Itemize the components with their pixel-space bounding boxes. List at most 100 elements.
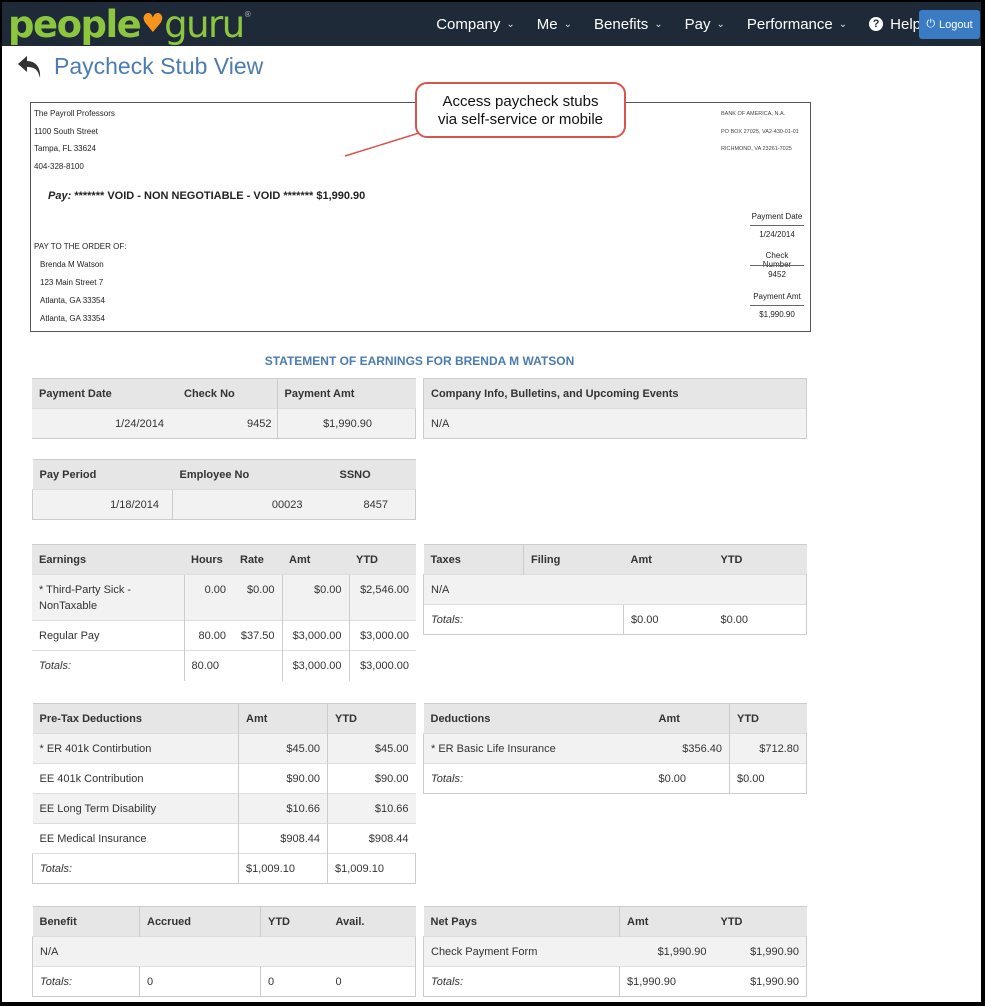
- nav-company[interactable]: Company ⌄: [436, 16, 515, 33]
- cell: $10.66: [238, 793, 328, 824]
- cell: $10.66: [327, 793, 416, 824]
- top-nav: people ♥ guru ® Company ⌄ Me ⌄ Benefits ⌄ Pay ⌄…: [2, 2, 981, 46]
- pay-label: Pay:: [48, 190, 72, 202]
- col-header: YTD: [260, 906, 329, 937]
- col-header: Amt: [282, 544, 349, 575]
- cell: 0: [260, 966, 329, 997]
- logout-label: Logout: [939, 18, 973, 31]
- table-row: * ER 401k Contirbution $45.00 $45.00: [32, 733, 416, 764]
- col-header: Payment Amt: [276, 378, 416, 409]
- company-street: 1100 South Street: [34, 127, 98, 136]
- table-row: Regular Pay 80.00 $37.50 $3,000.00 $3,00…: [32, 620, 416, 651]
- peopleguru-logo[interactable]: people ♥ guru ®: [8, 2, 252, 46]
- totals-row: Totals: $1,990.90 $1,990.90: [423, 966, 807, 997]
- col-header: Taxes: [423, 544, 524, 575]
- cell: [233, 650, 282, 681]
- bank-name: BANK OF AMERICA, N.A.: [721, 111, 786, 117]
- cell: $1,990.90: [619, 966, 714, 997]
- cell: 0: [328, 966, 416, 997]
- cell: $0.00: [713, 604, 807, 635]
- logout-button[interactable]: ⏻ Logout: [919, 10, 980, 39]
- cell: $712.80: [729, 733, 807, 764]
- payment-table: Payment Date Check No Payment Amt 1/24/2…: [32, 378, 416, 439]
- cell: N/A: [423, 408, 807, 439]
- nav-me[interactable]: Me ⌄: [537, 16, 572, 33]
- chevron-down-icon: ⌄: [716, 18, 725, 30]
- cell: 0.00: [183, 574, 233, 621]
- logo-people: people: [8, 2, 142, 46]
- cell: $0.00: [651, 763, 730, 794]
- col-header: Amt: [651, 703, 730, 734]
- cell-line: * Third-Party Sick -: [39, 583, 132, 596]
- cell: $1,009.10: [238, 853, 328, 884]
- divider: [750, 305, 804, 306]
- col-header: YTD: [713, 544, 807, 575]
- benefit-table: Benefit Accrued YTD Avail. N/A Totals: 0…: [32, 906, 416, 997]
- company-city: Tampa, FL 33624: [34, 144, 96, 153]
- check-number-value: 9452: [768, 270, 786, 279]
- col-header: YTD: [729, 703, 807, 734]
- question-icon: ?: [869, 17, 884, 31]
- nav-performance[interactable]: Performance ⌄: [747, 16, 847, 33]
- col-header: Deductions: [423, 703, 652, 734]
- nav-help-label: Help: [890, 15, 921, 33]
- cell: $3,000.00: [281, 620, 349, 651]
- heart-icon: ♥: [141, 9, 164, 39]
- cell: $0.00: [281, 574, 349, 621]
- nav-help[interactable]: ? Help: [869, 16, 921, 33]
- payment-date-label: Payment Date: [751, 212, 803, 221]
- totals-row: Totals: $1,009.10 $1,009.10: [32, 853, 416, 884]
- taxes-table: Taxes Filing Amt YTD N/A Totals: $0.00 $…: [423, 544, 807, 635]
- payment-date-value: 1/24/2014: [759, 230, 795, 239]
- table-row: N/A: [423, 408, 807, 439]
- table-row: EE Long Term Disability $10.66 $10.66: [32, 793, 416, 824]
- pay-period-table: Pay Period Employee No SSNO 1/18/2014 00…: [32, 459, 416, 520]
- company-name: The Payroll Professors: [34, 109, 115, 118]
- totals-row: Totals: 80.00 $3,000.00 $3,000.00: [32, 650, 416, 681]
- pay-to-label: PAY TO THE ORDER OF:: [34, 242, 127, 251]
- cell: $90.00: [327, 763, 416, 794]
- col-header: Amt: [623, 544, 714, 575]
- col-header: Company Info, Bulletins, and Upcoming Ev…: [423, 378, 807, 409]
- totals-row: Totals: 0 0 0: [32, 966, 416, 997]
- cell: 0: [139, 966, 261, 997]
- col-header: SSNO: [332, 459, 416, 490]
- cell: 00023: [172, 489, 333, 520]
- col-header: Employee No: [172, 459, 333, 490]
- cell: $1,990.90: [619, 936, 714, 967]
- col-header: YTD: [349, 544, 416, 575]
- nav-pay[interactable]: Pay ⌄: [685, 16, 725, 33]
- cell: Totals:: [423, 604, 624, 635]
- cell: $356.40: [651, 733, 730, 764]
- nav-benefits[interactable]: Benefits ⌄: [594, 16, 663, 33]
- cell: 9452: [177, 408, 277, 439]
- cell: N/A: [32, 936, 416, 967]
- col-header: Payment Date: [32, 378, 177, 409]
- cell: $2,546.00: [348, 574, 416, 621]
- divider: [750, 265, 804, 266]
- table-row: * ER Basic Life Insurance $356.40 $712.8…: [423, 733, 807, 764]
- cell: $1,009.10: [327, 853, 416, 884]
- pay-line: Pay: ******* VOID - NON NEGOTIABLE - VOI…: [48, 190, 365, 202]
- col-header: Amt: [619, 906, 714, 937]
- chevron-down-icon: ⌄: [654, 18, 663, 30]
- cell: $0.00: [233, 574, 282, 621]
- cell: $1,990.90: [713, 936, 807, 967]
- cell: $908.44: [238, 823, 328, 854]
- table-row: Check Payment Form $1,990.90 $1,990.90: [423, 936, 807, 967]
- col-header: Benefit: [32, 906, 140, 937]
- payment-amt-label: Payment Amt: [753, 292, 801, 301]
- cell: $3,000.00: [281, 650, 349, 681]
- payee-street: 123 Main Street 7: [40, 278, 104, 287]
- table-row: N/A: [423, 574, 807, 605]
- nav-me-label: Me: [536, 15, 558, 33]
- back-arrow-icon[interactable]: [16, 54, 44, 80]
- col-header: Hours: [184, 544, 233, 575]
- nav-company-label: Company: [436, 15, 501, 33]
- cell: EE 401k Contribution: [32, 763, 239, 794]
- col-header: YTD: [327, 703, 416, 734]
- cell: $1,990.90: [713, 966, 807, 997]
- chevron-down-icon: ⌄: [838, 18, 848, 30]
- cell: Totals:: [423, 763, 652, 794]
- table-row: 1/18/2014 00023 8457: [32, 489, 416, 520]
